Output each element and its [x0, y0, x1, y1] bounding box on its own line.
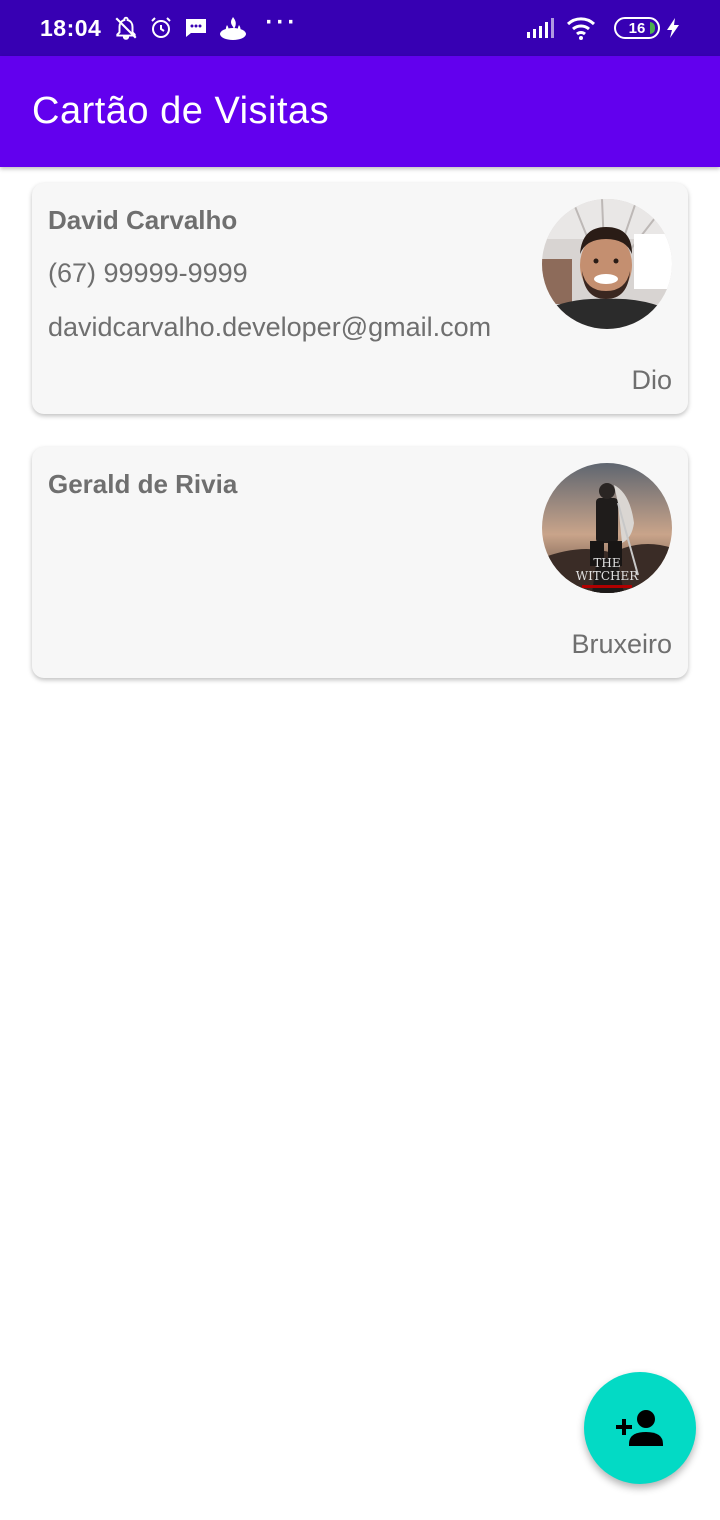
status-bar: 18:04 ··· 16 — [0, 0, 720, 56]
notifications-off-icon — [113, 15, 139, 41]
svg-text:WITCHER: WITCHER — [576, 569, 639, 583]
signal-icon — [526, 17, 556, 39]
status-bar-left: 18:04 ··· — [40, 9, 298, 42]
battery-level: 16 — [628, 19, 646, 37]
message-icon — [183, 16, 209, 40]
add-card-button[interactable] — [584, 1372, 696, 1484]
wifi-icon — [566, 16, 596, 40]
status-bar-right: 16 — [526, 16, 690, 40]
avatar: THE WITCHER — [542, 463, 672, 593]
avatar — [542, 199, 672, 329]
card-phone: (67) 99999-9999 — [48, 258, 248, 288]
page-title: Cartão de Visitas — [32, 90, 330, 132]
battery-icon: 16 — [614, 17, 660, 39]
status-time: 18:04 — [40, 14, 102, 41]
card-company: Dio — [631, 365, 672, 395]
business-card[interactable]: Gerald de Rivia THE WITCHER Bruxeiro — [32, 447, 688, 678]
card-name: David Carvalho — [48, 205, 238, 235]
card-email: davidcarvalho.developer@gmail.com — [48, 312, 492, 342]
app-bar: Cartão de Visitas — [0, 56, 720, 167]
card-name: Gerald de Rivia — [48, 469, 238, 499]
business-card[interactable]: David Carvalho (67) 99999-9999 davidcarv… — [32, 183, 688, 414]
add-person-icon — [616, 1410, 663, 1446]
charging-icon — [666, 17, 680, 39]
alarm-icon — [149, 16, 173, 40]
battery-fill — [650, 22, 655, 34]
santander-icon — [219, 15, 247, 41]
svg-text:THE: THE — [593, 556, 620, 570]
card-company: Bruxeiro — [571, 629, 672, 659]
more-icon: ··· — [265, 9, 299, 36]
